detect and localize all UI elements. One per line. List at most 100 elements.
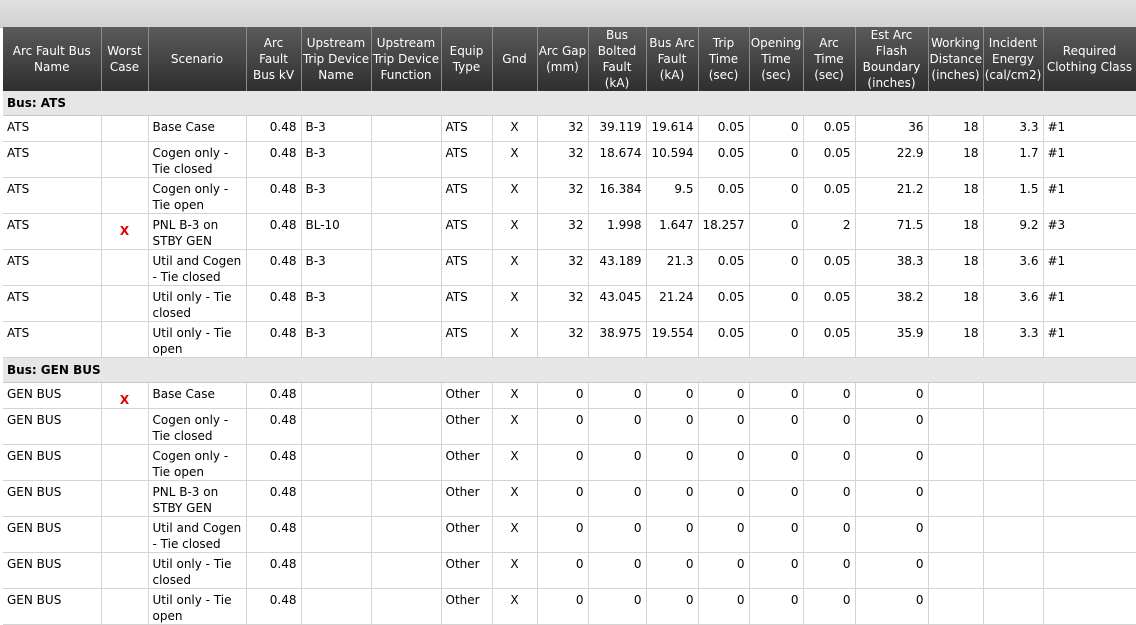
cell-arc-fault: 0 xyxy=(646,382,699,409)
table-row[interactable]: GEN BUS Cogen only - Tie closed 0.48 Other X… xyxy=(3,408,1136,445)
table-row[interactable]: ATS Base Case 0.48 B-3 ATS X 32 39.119 19.614 0.0… xyxy=(3,115,1136,142)
cell-trip-device-function xyxy=(371,249,442,286)
table-row[interactable]: GEN BUS PNL B-3 on STBY GEN 0.48 Other X 0 0 0 0… xyxy=(3,480,1136,517)
cell-bus-kv: 0.48 xyxy=(246,444,302,481)
cell-arc-gap: 0 xyxy=(537,444,589,481)
col-header-trip-device-function[interactable]: Upstream Trip Device Function xyxy=(371,27,442,91)
cell-trip-time: 0 xyxy=(698,480,750,517)
table-row[interactable]: GEN BUS Util only - Tie open 0.48 Other X 0 0 0… xyxy=(3,588,1136,625)
cell-trip-device-name xyxy=(301,480,372,517)
table-row[interactable]: ATS Util and Cogen - Tie closed 0.48 B-3 ATS… xyxy=(3,249,1136,286)
col-header-arc-gap[interactable]: Arc Gap (mm) xyxy=(537,27,589,91)
table-row[interactable]: ATS Cogen only - Tie open 0.48 B-3 ATS X 32 16.… xyxy=(3,177,1136,214)
col-header-trip-device-name[interactable]: Upstream Trip Device Name xyxy=(301,27,372,91)
group-header-row[interactable]: Bus: GEN BUS xyxy=(3,357,1136,383)
group-header-row[interactable]: Bus: ATS xyxy=(3,91,1136,116)
cell-gnd: X xyxy=(492,249,538,286)
table-row[interactable]: ATS Util only - Tie open 0.48 B-3 ATS X 32 38.9… xyxy=(3,321,1136,358)
table-row[interactable]: GEN BUS X Base Case 0.48 Other X 0 0 0 0 0 0 0 xyxy=(3,382,1136,409)
cell-trip-time: 0.05 xyxy=(698,285,750,322)
table-row[interactable]: GEN BUS Util and Cogen - Tie closed 0.48 Ot… xyxy=(3,516,1136,553)
table-row[interactable]: ATS Cogen only - Tie closed 0.48 B-3 ATS X 32 1… xyxy=(3,141,1136,178)
cell-trip-time: 0.05 xyxy=(698,177,750,214)
col-header-equip-type[interactable]: Equip Type xyxy=(441,27,493,91)
col-header-incident-energy[interactable]: Incident Energy (cal/cm2) xyxy=(983,27,1044,91)
table-row[interactable]: ATS X PNL B-3 on STBY GEN 0.48 BL-10 ATS X 32 1.… xyxy=(3,213,1136,250)
col-header-flash-boundary[interactable]: Est Arc Flash Boundary (inches) xyxy=(855,27,929,91)
cell-arc-time: 0 xyxy=(803,382,856,409)
col-header-clothing-class[interactable]: Required Clothing Class xyxy=(1043,27,1136,91)
group-label: Bus: GEN BUS xyxy=(3,357,1136,383)
cell-trip-time: 0 xyxy=(698,516,750,553)
col-header-arc-fault[interactable]: Bus Arc Fault (kA) xyxy=(646,27,699,91)
cell-clothing-class: #3 xyxy=(1043,213,1136,250)
cell-scenario: Util only - Tie open xyxy=(148,588,247,625)
cell-arc-fault: 21.24 xyxy=(646,285,699,322)
cell-bolted-fault: 0 xyxy=(588,588,647,625)
col-header-bolted-fault[interactable]: Bus Bolted Fault (kA) xyxy=(588,27,647,91)
table-row[interactable]: ATS Util only - Tie closed 0.48 B-3 ATS X 32 43… xyxy=(3,285,1136,322)
cell-trip-device-name xyxy=(301,408,372,445)
cell-trip-device-function xyxy=(371,321,442,358)
cell-equip-type: ATS xyxy=(441,321,493,358)
cell-opening-time: 0 xyxy=(749,115,804,142)
cell-trip-device-function xyxy=(371,141,442,178)
col-header-trip-time[interactable]: Trip Time (sec) xyxy=(698,27,750,91)
cell-equip-type: ATS xyxy=(441,249,493,286)
cell-equip-type: ATS xyxy=(441,285,493,322)
table-row[interactable]: GEN BUS Cogen only - Tie open 0.48 Other X 0 0… xyxy=(3,444,1136,481)
cell-incident-energy: 3.6 xyxy=(983,249,1044,286)
cell-incident-energy xyxy=(983,516,1044,553)
cell-scenario: Cogen only - Tie closed xyxy=(148,408,247,445)
cell-arc-gap: 32 xyxy=(537,177,589,214)
cell-bus-name: ATS xyxy=(3,213,102,250)
col-header-scenario[interactable]: Scenario xyxy=(148,27,247,91)
cell-arc-time: 0.05 xyxy=(803,321,856,358)
cell-arc-fault: 0 xyxy=(646,552,699,589)
col-header-gnd[interactable]: Gnd xyxy=(492,27,538,91)
cell-arc-time: 0.05 xyxy=(803,141,856,178)
cell-bus-kv: 0.48 xyxy=(246,382,302,409)
cell-worst-case xyxy=(101,444,149,481)
col-header-opening-time[interactable]: Opening Time (sec) xyxy=(749,27,804,91)
col-header-worst-case[interactable]: Worst Case xyxy=(101,27,149,91)
cell-bus-name: GEN BUS xyxy=(3,588,102,625)
cell-working-distance: 18 xyxy=(928,321,984,358)
cell-arc-gap: 0 xyxy=(537,588,589,625)
cell-scenario: Util and Cogen - Tie closed xyxy=(148,249,247,286)
cell-bus-name: GEN BUS xyxy=(3,408,102,445)
cell-gnd: X xyxy=(492,285,538,322)
cell-working-distance: 18 xyxy=(928,115,984,142)
cell-equip-type: Other xyxy=(441,552,493,589)
cell-trip-time: 0 xyxy=(698,408,750,445)
cell-arc-time: 0 xyxy=(803,408,856,445)
cell-working-distance xyxy=(928,552,984,589)
cell-scenario: Util only - Tie closed xyxy=(148,285,247,322)
col-header-bus-kv[interactable]: Arc Fault Bus kV xyxy=(246,27,302,91)
cell-trip-device-name: BL-10 xyxy=(301,213,372,250)
cell-scenario: PNL B-3 on STBY GEN xyxy=(148,213,247,250)
cell-arc-fault: 0 xyxy=(646,444,699,481)
table-row[interactable]: GEN BUS Util only - Tie closed 0.48 Other X 0… xyxy=(3,552,1136,589)
cell-opening-time: 0 xyxy=(749,480,804,517)
cell-arc-time: 0 xyxy=(803,588,856,625)
cell-incident-energy xyxy=(983,408,1044,445)
col-header-bus-name[interactable]: Arc Fault Bus Name xyxy=(3,27,102,91)
cell-gnd: X xyxy=(492,141,538,178)
cell-opening-time: 0 xyxy=(749,588,804,625)
cell-equip-type: Other xyxy=(441,480,493,517)
cell-flash-boundary: 21.2 xyxy=(855,177,929,214)
col-header-arc-time[interactable]: Arc Time (sec) xyxy=(803,27,856,91)
cell-arc-fault: 9.5 xyxy=(646,177,699,214)
cell-worst-case xyxy=(101,588,149,625)
col-header-working-distance[interactable]: Working Distance (inches) xyxy=(928,27,984,91)
cell-working-distance: 18 xyxy=(928,249,984,286)
cell-working-distance: 18 xyxy=(928,177,984,214)
cell-bus-kv: 0.48 xyxy=(246,408,302,445)
cell-bus-name: GEN BUS xyxy=(3,382,102,409)
cell-clothing-class: #1 xyxy=(1043,141,1136,178)
cell-bus-kv: 0.48 xyxy=(246,321,302,358)
cell-incident-energy: 1.7 xyxy=(983,141,1044,178)
worst-case-mark-icon: X xyxy=(119,224,130,238)
cell-working-distance: 18 xyxy=(928,285,984,322)
